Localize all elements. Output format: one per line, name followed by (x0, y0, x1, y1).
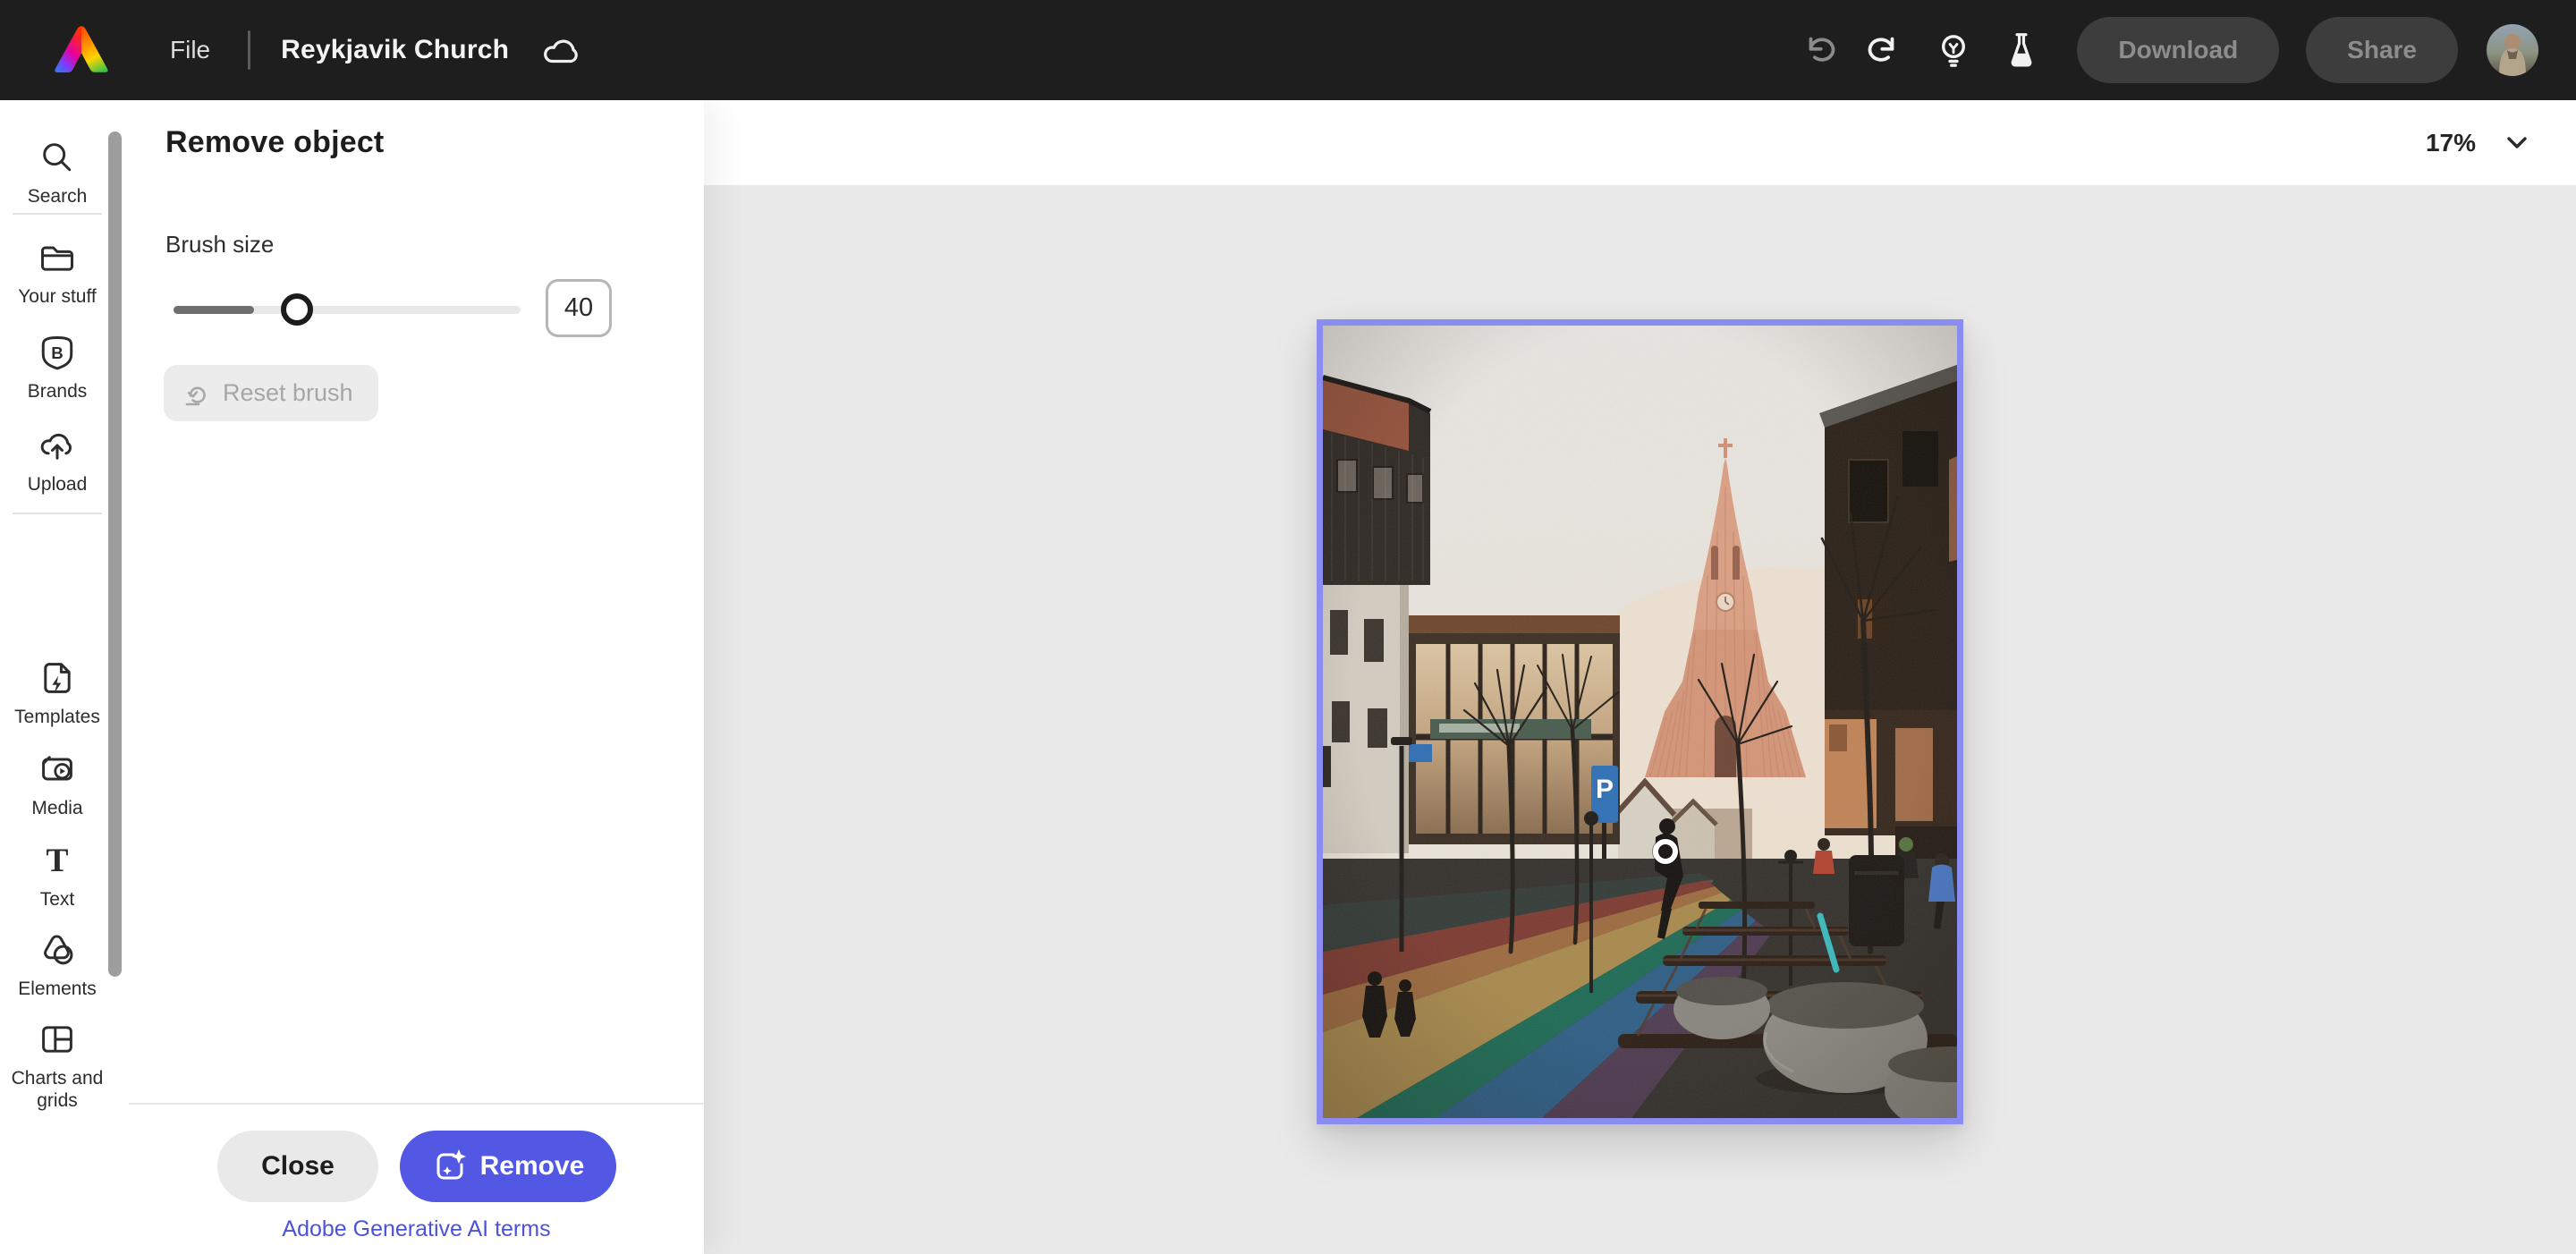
sidebar-item-label: Charts and grids (11, 1068, 104, 1111)
avatar[interactable] (2487, 24, 2538, 76)
redo-icon[interactable] (1857, 21, 1914, 79)
brush-size-value[interactable]: 40 (546, 279, 612, 337)
panel-title: Remove object (165, 125, 385, 159)
slider-thumb[interactable] (281, 293, 313, 326)
zoom-control[interactable]: 17% (2426, 100, 2531, 185)
brush-size-slider[interactable] (174, 293, 521, 326)
sidebar-item-text[interactable]: T Text (0, 841, 114, 911)
lightbulb-icon[interactable] (1925, 21, 1982, 79)
svg-text:B: B (51, 343, 64, 362)
left-rail: Search Your stuff B Brands Upload Templa… (0, 100, 129, 1254)
sidebar-item-media[interactable]: Media (0, 750, 114, 819)
adobe-express-logo-icon[interactable] (52, 24, 111, 76)
cloud-sync-icon[interactable] (541, 32, 582, 68)
top-bar-left: File Reykjavik Church (0, 24, 582, 76)
sidebar-item-your-stuff[interactable]: Your stuff (0, 238, 114, 308)
sidebar-item-label: Upload (27, 474, 88, 495)
sidebar-item-elements[interactable]: Elements (0, 930, 114, 1000)
file-menu[interactable]: File (157, 27, 223, 73)
sidebar-item-label: Media (31, 798, 83, 818)
panel-divider (129, 1103, 704, 1105)
templates-icon (44, 663, 71, 693)
sidebar-item-label: Search (27, 186, 88, 207)
topbar-divider (248, 30, 251, 70)
sidebar-item-search[interactable]: Search (0, 138, 114, 208)
reset-brush-label: Reset brush (223, 379, 353, 406)
download-button[interactable]: Download (2077, 17, 2280, 83)
elements-icon (44, 935, 73, 965)
adobe-express-app: File Reykjavik Church Download Share Sea… (0, 0, 2576, 1254)
close-button[interactable]: Close (217, 1131, 378, 1202)
generative-remove-icon (436, 1149, 466, 1180)
media-icon (42, 756, 72, 781)
canvas-toolbar: 17% (704, 100, 2576, 185)
sidebar-item-templates[interactable]: Templates (0, 658, 114, 728)
upload-cloud-icon (40, 433, 72, 460)
share-button[interactable]: Share (2306, 17, 2458, 83)
top-bar: File Reykjavik Church Download Share (0, 0, 2576, 100)
photo-vignette-overlay (1323, 326, 1957, 1118)
remove-button[interactable]: Remove (400, 1131, 616, 1202)
chevron-down-icon (2507, 136, 2527, 148)
sidebar-item-label: Your stuff (18, 286, 97, 307)
document-title[interactable]: Reykjavik Church (275, 28, 514, 72)
brand-shield-icon: B (41, 336, 73, 370)
rail-divider (13, 513, 102, 514)
sidebar-item-brands[interactable]: B Brands (0, 333, 114, 402)
reset-brush-button[interactable]: Reset brush (164, 365, 378, 421)
photo-reykjavik-rainbow-street[interactable]: P (1323, 326, 1957, 1118)
sidebar-item-charts-and-grids[interactable]: Charts and grids (0, 1020, 114, 1112)
rail-divider (13, 213, 102, 215)
folder-icon (41, 246, 73, 271)
sidebar-item-label: Text (39, 889, 75, 910)
sidebar-item-label: Brands (27, 381, 88, 402)
reset-icon (185, 386, 206, 405)
svg-text:T: T (47, 843, 69, 879)
brush-size-label: Brush size (165, 231, 275, 258)
undo-icon[interactable] (1789, 21, 1846, 79)
remove-object-panel: Remove object Brush size 40 Reset brush … (129, 100, 704, 1254)
remove-button-label: Remove (479, 1151, 585, 1181)
sidebar-item-label: Elements (18, 979, 97, 999)
top-bar-right: Download Share (1789, 17, 2576, 83)
beta-flask-icon[interactable] (1993, 21, 2050, 79)
artboard-selected-image[interactable]: P (1317, 319, 1963, 1124)
search-icon (43, 143, 72, 172)
zoom-level: 17% (2425, 128, 2476, 157)
generative-ai-terms-link[interactable]: Adobe Generative AI terms (129, 1216, 704, 1242)
sidebar-item-upload[interactable]: Upload (0, 426, 114, 496)
charts-grids-icon (42, 1026, 72, 1053)
slider-fill (174, 306, 254, 314)
sidebar-item-label: Templates (14, 707, 100, 727)
text-icon: T (47, 843, 69, 879)
rail-scrollbar[interactable] (108, 131, 122, 977)
